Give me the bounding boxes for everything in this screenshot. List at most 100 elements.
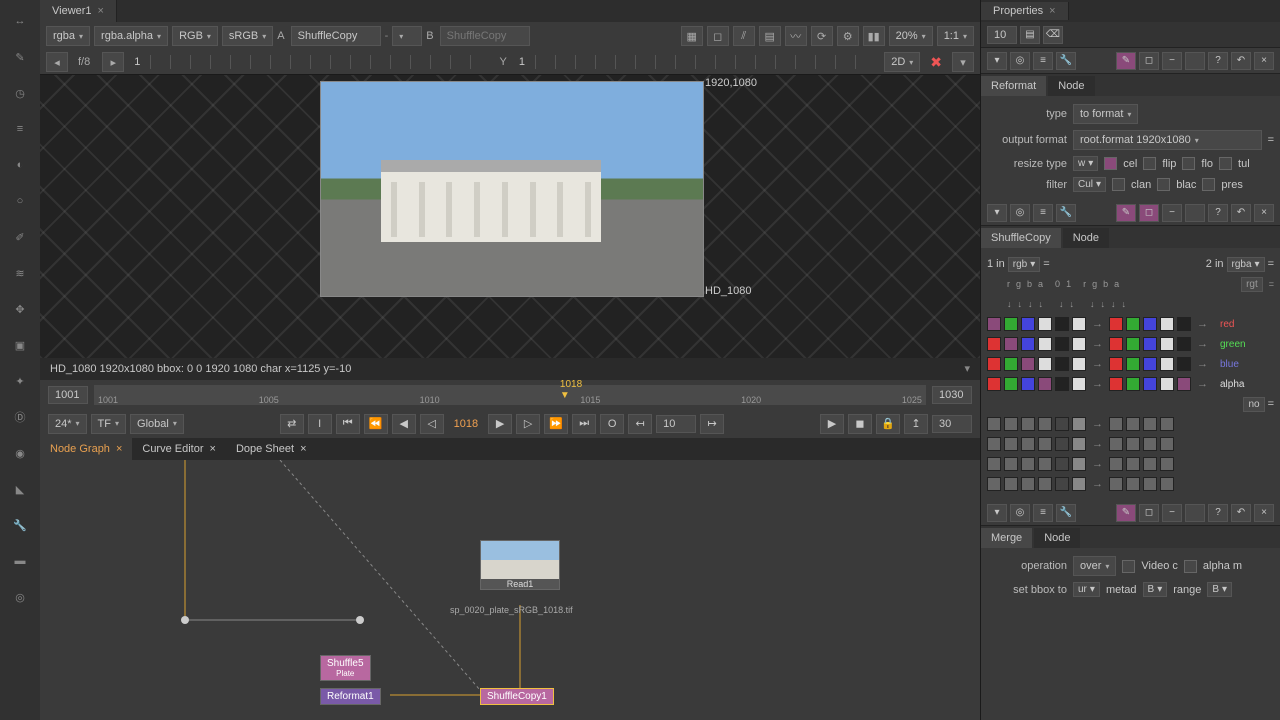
sh-cell[interactable]: [1055, 317, 1069, 331]
close-icon[interactable]: ×: [1049, 5, 1055, 17]
sh-cell[interactable]: [987, 437, 1001, 451]
sh-cell[interactable]: [1109, 457, 1123, 471]
sh-cell[interactable]: [1109, 477, 1123, 491]
step-size[interactable]: 10: [656, 415, 696, 433]
sh-cell[interactable]: [1004, 477, 1018, 491]
exposure-ruler[interactable]: [150, 55, 489, 69]
sh-cell[interactable]: [1126, 357, 1140, 371]
trash-icon[interactable]: ⌫: [1043, 26, 1063, 44]
sh-cell[interactable]: [987, 377, 1001, 391]
sh-cell[interactable]: [1160, 477, 1174, 491]
sh-cell[interactable]: [987, 417, 1001, 431]
colorspace-dropdown[interactable]: sRGB▾: [222, 26, 273, 46]
sh-cell[interactable]: [1126, 337, 1140, 351]
node-reformat1[interactable]: Reformat1: [320, 688, 381, 705]
node-shufflecopy1[interactable]: ShuffleCopy1: [480, 688, 554, 705]
sh-cell[interactable]: [1143, 417, 1157, 431]
out-point-button[interactable]: O: [600, 414, 624, 434]
sh-cell[interactable]: [1109, 437, 1123, 451]
subtab-node3[interactable]: Node: [1034, 528, 1080, 548]
sh-cell[interactable]: [1004, 357, 1018, 371]
flo-check[interactable]: [1182, 157, 1195, 170]
outfmt-dropdown[interactable]: root.format 1920x1080▾: [1073, 130, 1262, 150]
sh-cell[interactable]: [1021, 357, 1035, 371]
rgb-dropdown[interactable]: RGB▾: [172, 26, 218, 46]
grid-icon[interactable]: ▦: [681, 26, 703, 46]
tf-dropdown[interactable]: TF▾: [91, 414, 126, 434]
no-eq[interactable]: =: [1268, 398, 1274, 410]
sh-cell[interactable]: [1160, 357, 1174, 371]
current-frame[interactable]: 1018: [448, 418, 484, 430]
sh-cell[interactable]: [1143, 457, 1157, 471]
brush-icon[interactable]: ✐: [9, 226, 31, 248]
list-icon[interactable]: ≡: [9, 118, 31, 140]
timeline-current-marker[interactable]: 1018▼: [560, 379, 582, 401]
sparkle-icon[interactable]: ✦: [9, 370, 31, 392]
sh-cell[interactable]: [1004, 377, 1018, 391]
target3-icon[interactable]: ◎: [1010, 504, 1030, 522]
stack-icon[interactable]: ▤: [759, 26, 781, 46]
record-icon[interactable]: ▶: [820, 414, 844, 434]
target-icon[interactable]: ◎: [1010, 52, 1030, 70]
gamma-ruler[interactable]: [535, 55, 874, 69]
step-back-icon[interactable]: ◀: [392, 414, 416, 434]
sh-cell[interactable]: [1038, 357, 1052, 371]
play-back-icon[interactable]: ◁: [420, 414, 444, 434]
collapse3-icon[interactable]: ▾: [987, 504, 1007, 522]
chevron-down-icon[interactable]: ▾: [952, 52, 974, 72]
close2-icon[interactable]: ×: [1254, 52, 1274, 70]
op-dropdown[interactable]: over▾: [1073, 556, 1116, 576]
sh-cell[interactable]: [1038, 457, 1052, 471]
sphere-icon[interactable]: ◐: [9, 154, 31, 176]
in-point-button[interactable]: I: [308, 414, 332, 434]
sh-cell[interactable]: [1109, 337, 1123, 351]
stop-icon[interactable]: ◼: [848, 414, 872, 434]
sh-cell[interactable]: [1072, 317, 1086, 331]
next-key-icon[interactable]: ⏩: [544, 414, 568, 434]
sync-icon[interactable]: ⇄: [280, 414, 304, 434]
no-dropdown[interactable]: no: [1243, 397, 1264, 412]
close-icon[interactable]: ×: [210, 443, 216, 455]
sh-cell[interactable]: [1143, 317, 1157, 331]
sh-cell[interactable]: [1055, 417, 1069, 431]
sh-cell[interactable]: [1004, 417, 1018, 431]
sh-cell[interactable]: [1055, 457, 1069, 471]
sh-cell[interactable]: [1160, 377, 1174, 391]
undo2-icon[interactable]: ↶: [1231, 204, 1251, 222]
sh-cell[interactable]: [1021, 377, 1035, 391]
filter-dropdown[interactable]: Cul▾: [1073, 177, 1106, 192]
sh-cell[interactable]: [1038, 377, 1052, 391]
prev-key-icon[interactable]: ⏪: [364, 414, 388, 434]
range-dropdown[interactable]: B▾: [1207, 582, 1232, 597]
blank2-icon[interactable]: [1185, 204, 1205, 222]
globe-icon[interactable]: ◎: [9, 586, 31, 608]
flip-check[interactable]: [1143, 157, 1156, 170]
help3-icon[interactable]: ?: [1208, 504, 1228, 522]
a-extra-dropdown[interactable]: ▾: [392, 26, 422, 46]
crop2-icon[interactable]: ◻: [1139, 52, 1159, 70]
sh-cell[interactable]: [1021, 337, 1035, 351]
gear-icon[interactable]: ⚙: [837, 26, 859, 46]
sh-cell[interactable]: [1021, 317, 1035, 331]
equals-icon[interactable]: =: [1268, 134, 1274, 146]
sh-cell[interactable]: [1126, 417, 1140, 431]
viewer-tab[interactable]: Viewer1 ×: [40, 0, 117, 22]
sh-cell[interactable]: [1038, 317, 1052, 331]
wrench3-icon[interactable]: 🔧: [1056, 204, 1076, 222]
rgt-dropdown[interactable]: rgt: [1241, 277, 1263, 292]
sh-cell[interactable]: [1004, 437, 1018, 451]
sh-cell[interactable]: [1038, 417, 1052, 431]
cube-icon[interactable]: ▣: [9, 334, 31, 356]
videoc-check[interactable]: [1122, 560, 1135, 573]
b-node-dropdown[interactable]: ShuffleCopy: [440, 26, 530, 46]
minus-icon[interactable]: −: [1162, 52, 1182, 70]
lock-icon[interactable]: 🔒: [876, 414, 900, 434]
sh-cell[interactable]: [1143, 377, 1157, 391]
node-graph-canvas[interactable]: Read1 sp_0020_plate_sRGB_1018.tif Shuffl…: [40, 460, 980, 720]
next-frame-icon[interactable]: ▸: [102, 52, 124, 72]
x-red-icon[interactable]: ✖: [930, 54, 942, 71]
close4-icon[interactable]: ×: [1254, 504, 1274, 522]
chevron-down-icon[interactable]: ▾: [964, 362, 970, 375]
minus2-icon[interactable]: −: [1162, 204, 1182, 222]
skip-back-icon[interactable]: ↤: [628, 414, 652, 434]
